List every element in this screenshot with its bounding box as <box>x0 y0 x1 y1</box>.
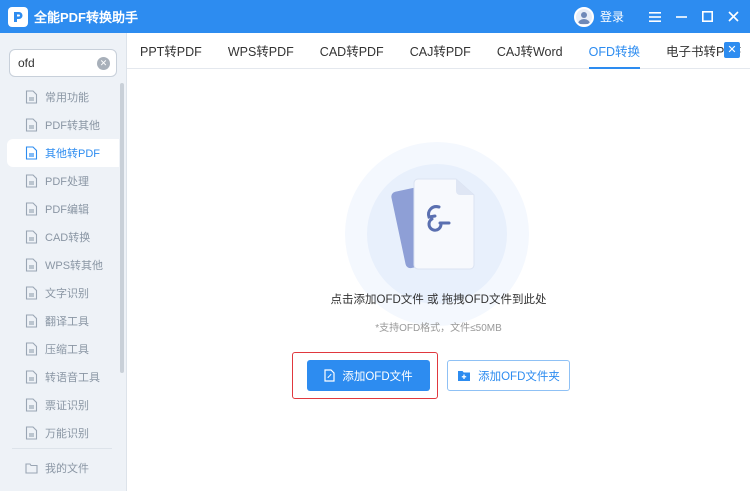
tab[interactable]: WPS转PDF <box>215 33 307 68</box>
ticket-icon <box>24 398 38 412</box>
login-link[interactable]: 登录 <box>600 8 624 25</box>
sidebar-item-my-files[interactable]: 我的文件 <box>0 454 122 482</box>
close-icon[interactable] <box>720 0 746 33</box>
sidebar-item[interactable]: 票证识别 <box>0 391 122 419</box>
tab-bar: PPT转PDF WPS转PDF CAD转PDF CAJ转PDF CAJ转Word OFD转… <box>127 33 750 69</box>
sidebar-item[interactable]: 翻译工具 <box>0 307 122 335</box>
pdf-convert-icon <box>24 118 38 132</box>
search-input[interactable] <box>18 56 98 70</box>
ocr-icon <box>24 286 38 300</box>
sidebar-item[interactable]: 文字识别 <box>0 279 122 307</box>
close-panel-icon[interactable]: ✕ <box>724 42 740 58</box>
sidebar-item-label: PDF转其他 <box>45 120 100 132</box>
sidebar-item[interactable]: 压缩工具 <box>0 335 122 363</box>
maximize-icon[interactable] <box>694 0 720 33</box>
translate-icon <box>24 314 38 328</box>
voice-icon <box>24 370 38 384</box>
add-ofd-file-button[interactable]: 添加OFD文件 <box>307 360 430 391</box>
tab[interactable]: CAD转PDF <box>307 33 397 68</box>
sidebar-item-label: 翻译工具 <box>45 316 89 328</box>
pdf-process-icon <box>24 174 38 188</box>
folder-plus-icon <box>457 370 471 382</box>
sidebar-item[interactable]: 常用功能 <box>0 83 122 111</box>
sidebar-item[interactable]: 其他转PDF <box>7 139 119 167</box>
scan-icon <box>24 426 38 440</box>
sidebar-item-label: CAD转换 <box>45 232 91 244</box>
sidebar-item-label: PDF处理 <box>45 176 89 188</box>
app-title: 全能PDF转换助手 <box>34 10 139 25</box>
sidebar-item-label: 万能识别 <box>45 428 89 440</box>
compress-icon <box>24 342 38 356</box>
sidebar-item-label: 其他转PDF <box>45 148 100 160</box>
clear-search-icon[interactable]: ✕ <box>97 57 110 70</box>
sidebar-item[interactable]: PDF编辑 <box>0 195 122 223</box>
sidebar-item-label: PDF编辑 <box>45 204 89 216</box>
drop-hint-text: 点击添加OFD文件 或 拖拽OFD文件到此处 <box>330 294 547 306</box>
sidebar-item[interactable]: CAD转换 <box>0 223 122 251</box>
sidebar-item-label: 压缩工具 <box>45 344 89 356</box>
tab[interactable]: CAJ转Word <box>484 33 576 68</box>
sidebar-item-label: 票证识别 <box>45 400 89 412</box>
to-pdf-icon <box>24 146 38 160</box>
add-ofd-folder-label: 添加OFD文件夹 <box>478 370 560 383</box>
sidebar-scrollbar[interactable] <box>120 83 124 373</box>
app-logo-icon <box>8 6 28 27</box>
add-ofd-file-label: 添加OFD文件 <box>342 370 413 383</box>
sidebar: ✕ 常用功能 PDF转其他其他转PDF PDF处理 PDF编辑 CAD转换 WPS转其他文… <box>0 33 127 491</box>
title-bar: 全能PDF转换助手 登录 <box>0 0 750 33</box>
sidebar-item[interactable]: 转语音工具 <box>0 363 122 391</box>
star-doc-icon <box>24 90 38 104</box>
tab[interactable]: CAJ转PDF <box>397 33 484 68</box>
pdf-edit-icon <box>24 202 38 216</box>
tab[interactable]: PPT转PDF <box>127 33 215 68</box>
sidebar-item-label: 常用功能 <box>45 92 89 104</box>
sidebar-item[interactable]: WPS转其他 <box>0 251 122 279</box>
sidebar-divider <box>12 448 112 449</box>
main-panel: 点击添加OFD文件 或 拖拽OFD文件到此处 *支持OFD格式，文件≤50MB … <box>127 69 750 491</box>
folder-icon <box>24 461 38 475</box>
wps-icon <box>24 258 38 272</box>
sidebar-item[interactable]: 万能识别 <box>0 419 122 447</box>
tab[interactable]: OFD转换 <box>576 33 653 69</box>
support-format-text: *支持OFD格式，文件≤50MB <box>375 323 502 334</box>
add-ofd-folder-button[interactable]: 添加OFD文件夹 <box>447 360 570 391</box>
cad-icon <box>24 230 38 244</box>
search-box[interactable]: ✕ <box>9 49 117 77</box>
sidebar-item-label: 转语音工具 <box>45 372 100 384</box>
sidebar-item-label: 我的文件 <box>45 463 89 475</box>
sidebar-item[interactable]: PDF转其他 <box>0 111 122 139</box>
avatar[interactable] <box>573 6 594 27</box>
file-icon <box>324 369 335 382</box>
sidebar-item-label: WPS转其他 <box>45 260 104 272</box>
minimize-icon[interactable] <box>668 0 694 33</box>
sidebar-item[interactable]: PDF处理 <box>0 167 122 195</box>
sidebar-nav: 常用功能 PDF转其他 其他转PDF PDF处理 PDF编辑 CAD转换 WPS转其他 文字识… <box>0 83 122 447</box>
sidebar-item-label: 文字识别 <box>45 288 89 300</box>
menu-icon[interactable] <box>642 0 668 33</box>
